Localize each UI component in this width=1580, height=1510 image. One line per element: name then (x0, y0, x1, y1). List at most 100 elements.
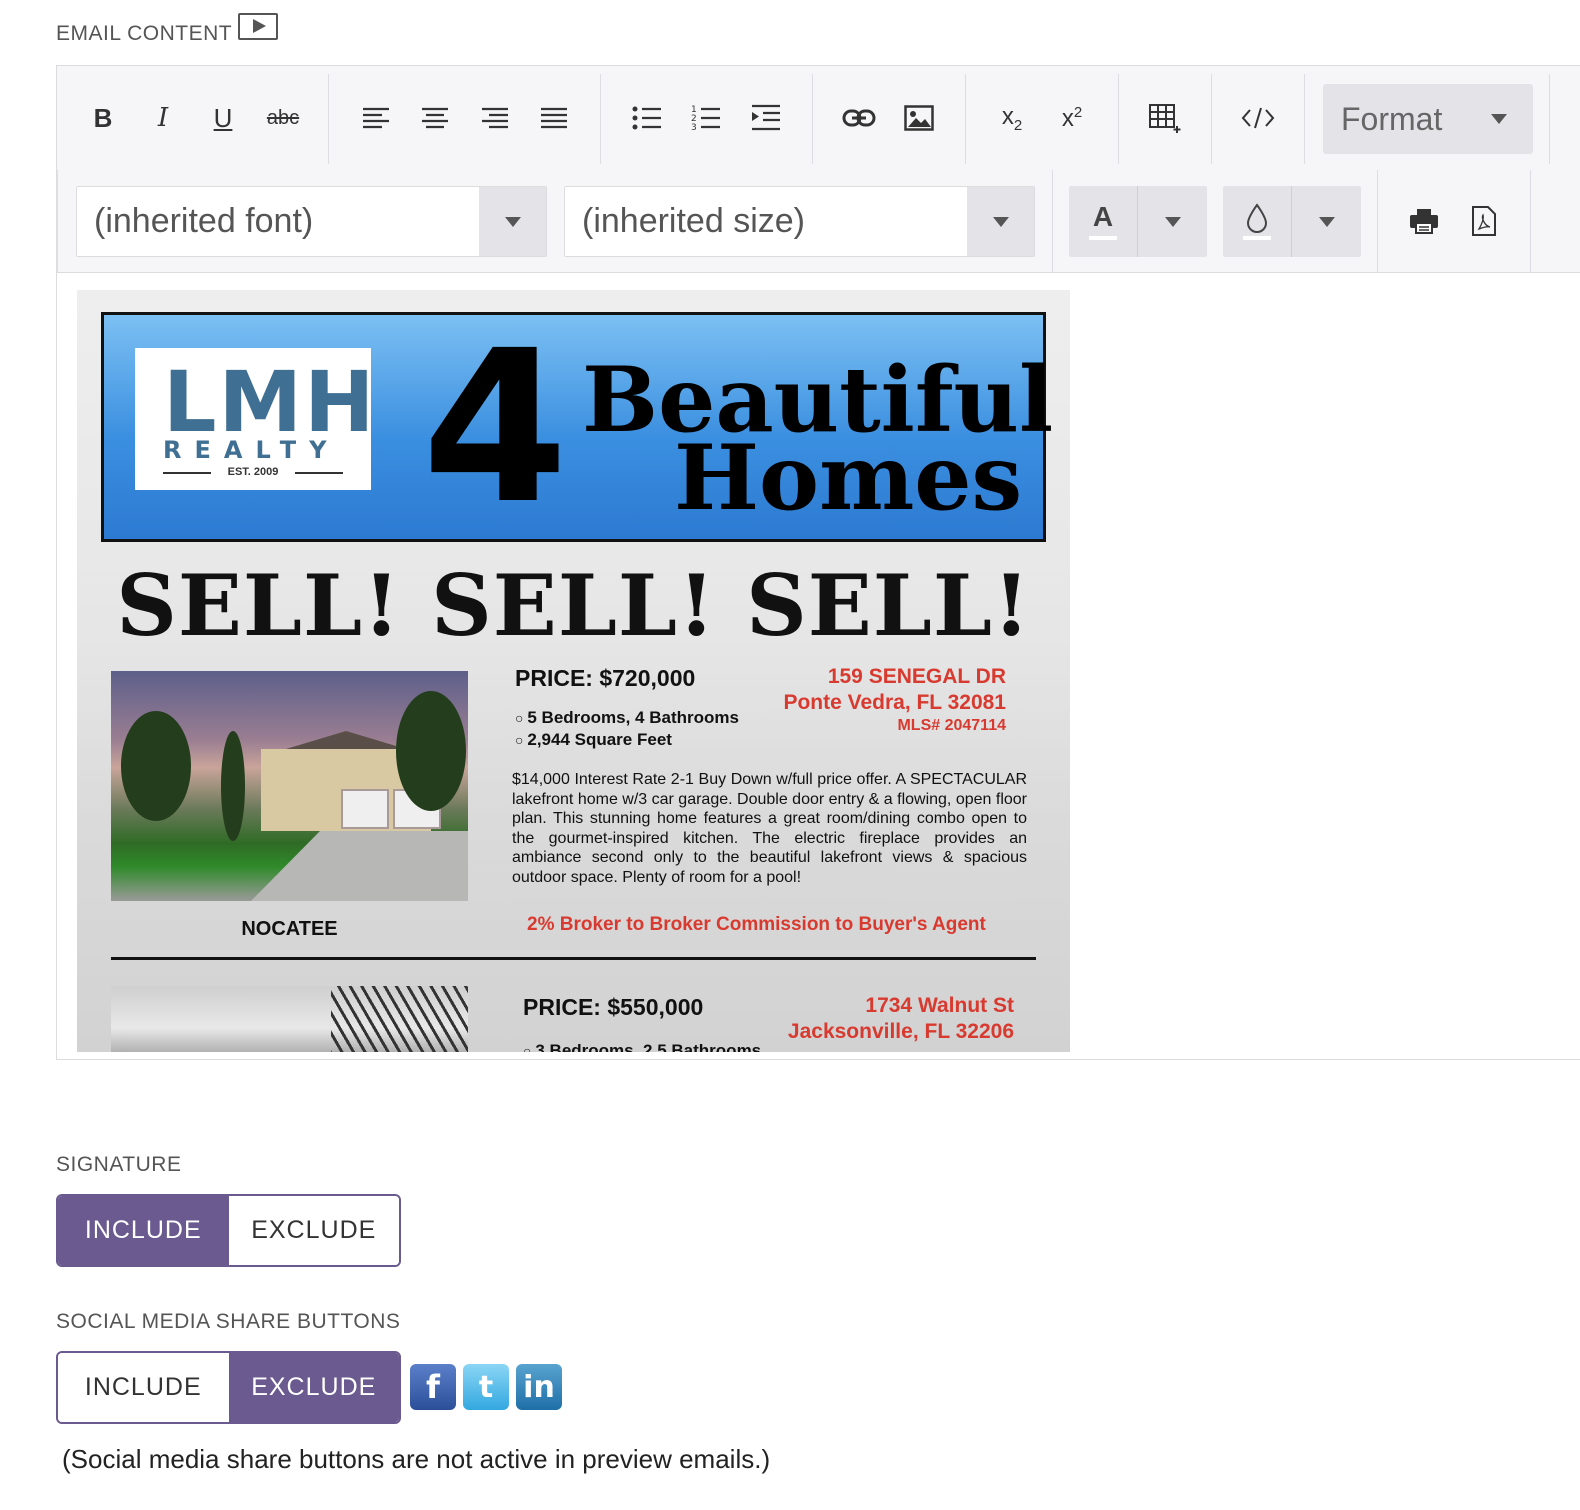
svg-text:3: 3 (691, 123, 697, 132)
flyer-headline: SELL! SELL! SELL! (116, 556, 1031, 655)
subscript-button[interactable]: x2 (987, 93, 1037, 143)
toolbar-divider (328, 74, 329, 164)
align-center-button[interactable] (410, 93, 460, 143)
indent-icon (752, 104, 780, 131)
linkedin-icon: in (516, 1364, 562, 1410)
toolbar-divider (1304, 74, 1305, 164)
strikethrough-button[interactable]: abc (258, 93, 308, 143)
driveway (251, 831, 468, 901)
listing2-photo (111, 986, 468, 1052)
code-icon (1241, 107, 1275, 129)
signature-label: SIGNATURE (56, 1153, 182, 1176)
social-include-option[interactable]: INCLUDE (58, 1353, 229, 1422)
font-size-dropdown-button[interactable] (967, 187, 1034, 256)
toolbar-divider (1052, 170, 1053, 272)
table-icon (1149, 104, 1181, 133)
image-icon (904, 105, 934, 131)
social-share-toggle: INCLUDE EXCLUDE (56, 1351, 401, 1424)
toolbar-divider (600, 74, 601, 164)
numbered-list-button[interactable]: 123 (681, 93, 731, 143)
signature-include-option[interactable]: INCLUDE (58, 1196, 229, 1265)
flyer-image[interactable]: LMH REALTY EST. 2009 4 Beautiful Homes S… (77, 290, 1070, 1052)
text-color-swatch (1089, 236, 1117, 240)
background-color-dropdown-button[interactable] (1291, 186, 1361, 257)
social-exclude-option[interactable]: EXCLUDE (228, 1353, 399, 1422)
signature-exclude-option[interactable]: EXCLUDE (228, 1196, 399, 1265)
italic-button[interactable]: I (138, 93, 188, 143)
background-color-picker[interactable] (1223, 186, 1361, 257)
underline-button[interactable]: U (198, 93, 248, 143)
toolbar-divider (812, 74, 813, 164)
listing1-mls: MLS# 2047114 (897, 717, 1006, 734)
align-left-icon (363, 107, 389, 129)
staircase (331, 986, 468, 1052)
toolbar-divider (1530, 170, 1531, 272)
cypress-tree (221, 731, 245, 841)
align-center-icon (422, 107, 448, 129)
link-button[interactable] (834, 93, 884, 143)
flyer-banner: LMH REALTY EST. 2009 4 Beautiful Homes (101, 305, 1053, 550)
pdf-button[interactable] (1459, 196, 1509, 246)
print-button[interactable] (1399, 196, 1449, 246)
email-content-label: EMAIL CONTENT (56, 22, 233, 45)
listing2-address-line2: Jacksonville, FL 32206 (787, 1020, 1014, 1043)
social-share-note: (Social media share buttons are not acti… (62, 1444, 771, 1474)
feature-item: 3 Bedrooms, 2.5 Bathrooms (523, 1040, 761, 1052)
font-family-value: (inherited font) (94, 202, 314, 240)
align-right-button[interactable] (470, 93, 520, 143)
text-color-icon: A (1092, 201, 1114, 232)
bold-button[interactable]: B (78, 93, 128, 143)
listing1-address-line1: 159 SENEGAL DR (827, 665, 1006, 688)
link-icon (842, 109, 876, 127)
banner-number: 4 (422, 305, 569, 550)
editor-toolbar: B I U abc 123 x2 x2 Format (inherited fo… (57, 66, 1580, 273)
indent-button[interactable] (741, 93, 791, 143)
banner-title-line2: Homes (674, 425, 1023, 531)
table-button[interactable] (1140, 93, 1190, 143)
font-family-dropdown-button[interactable] (479, 187, 546, 256)
font-size-select[interactable]: (inherited size) (564, 186, 1035, 257)
bullet-list-button[interactable] (622, 93, 672, 143)
listing1-price: PRICE: $720,000 (515, 665, 696, 691)
align-justify-icon (541, 107, 567, 129)
feature-item: 5 Bedrooms, 4 Bathrooms (515, 707, 739, 729)
background-color-button[interactable] (1223, 186, 1291, 257)
image-button[interactable] (894, 93, 944, 143)
garage-door (341, 789, 389, 829)
listing2-features: 3 Bedrooms, 2.5 Bathrooms (523, 1040, 761, 1052)
align-left-button[interactable] (351, 93, 401, 143)
toolbar-divider (1377, 170, 1378, 272)
chevron-down-icon (504, 216, 521, 227)
source-code-button[interactable] (1233, 93, 1283, 143)
toolbar-divider (57, 170, 58, 272)
preview-play-icon[interactable] (238, 13, 278, 40)
palm-tree (396, 691, 466, 811)
font-size-value: (inherited size) (582, 202, 805, 240)
format-label: Format (1341, 100, 1443, 137)
format-dropdown[interactable]: Format (1323, 84, 1533, 154)
text-color-dropdown-button[interactable] (1137, 186, 1207, 257)
listing2-price: PRICE: $550,000 (523, 994, 704, 1020)
listing1-caption: NOCATEE (241, 918, 338, 940)
listing1-description: $14,000 Interest Rate 2-1 Buy Down w/ful… (512, 771, 1027, 886)
bullet-list-icon (632, 106, 661, 130)
feature-item: 2,944 Square Feet (515, 729, 739, 751)
background-color-swatch (1243, 236, 1271, 240)
lmh-realty-logo: LMH REALTY EST. 2009 (135, 348, 374, 490)
logo-lmh-text: LMH (163, 353, 377, 451)
droplet-icon (1246, 203, 1268, 233)
toolbar-divider (1118, 74, 1119, 164)
listing1-photo (111, 671, 468, 901)
font-family-select[interactable]: (inherited font) (76, 186, 547, 257)
align-justify-button[interactable] (529, 93, 579, 143)
superscript-icon: x2 (1061, 103, 1083, 132)
twitter-icon: t (463, 1364, 509, 1410)
chevron-down-icon (1164, 216, 1181, 227)
chevron-down-icon (1318, 216, 1335, 227)
toolbar-divider (1549, 74, 1550, 164)
listing2-address-line1: 1734 Walnut St (865, 994, 1014, 1017)
text-color-button[interactable]: A (1069, 186, 1137, 257)
superscript-button[interactable]: x2 (1047, 93, 1097, 143)
text-color-picker[interactable]: A (1069, 186, 1207, 257)
signature-toggle: INCLUDE EXCLUDE (56, 1194, 401, 1267)
